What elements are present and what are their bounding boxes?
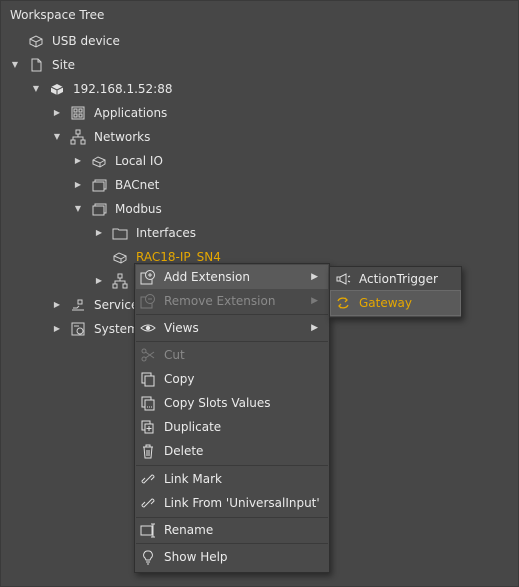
system-icon [71, 322, 85, 336]
context-menu: Add Extension ▶ Remove Extension ▶ Views… [134, 263, 330, 573]
tree-label: BACnet [115, 178, 160, 192]
device-icon [50, 84, 64, 95]
tree-item-site[interactable]: ▼ Site [1, 53, 519, 77]
network-icon [112, 273, 128, 289]
tree-item-modbus[interactable]: ▼ Modbus [1, 197, 519, 221]
chevron-right-icon[interactable]: ▶ [52, 317, 62, 341]
chevron-right-icon[interactable]: ▶ [52, 293, 62, 317]
menu-item-action-trigger[interactable]: ActionTrigger [331, 267, 460, 291]
tree-item-device[interactable]: ▼ 192.168.1.52:88 [1, 77, 519, 101]
tree-label: Site [52, 58, 76, 72]
module-icon [113, 252, 127, 264]
add-extension-submenu: ActionTrigger Gateway [329, 266, 462, 318]
applications-icon [71, 106, 85, 120]
folder-icon [112, 228, 128, 240]
menu-item-gateway[interactable]: Gateway [330, 290, 461, 316]
menu-item-show-help[interactable]: Show Help [136, 545, 328, 569]
menu-item-link-from[interactable]: Link From 'UniversalInput' [136, 491, 328, 515]
tree-item-usb-device[interactable]: USB device [1, 29, 519, 53]
tree-item-networks[interactable]: ▼ Networks [1, 125, 519, 149]
folder-stack-icon [92, 179, 107, 192]
menu-item-add-extension[interactable]: Add Extension ▶ [136, 265, 328, 289]
tree-label: Interfaces [136, 226, 196, 240]
remove-extension-icon [140, 294, 155, 309]
tree-item-system[interactable]: ▶ System [1, 317, 136, 341]
tree-label: System [94, 322, 136, 336]
link-icon [141, 498, 155, 508]
tree-label: USB device [52, 34, 120, 48]
megaphone-icon [336, 273, 351, 285]
menu-separator [136, 341, 328, 342]
chevron-right-icon: ▶ [311, 296, 318, 306]
chevron-right-icon: ▶ [311, 323, 318, 333]
eye-icon [140, 324, 156, 332]
menu-separator [136, 543, 328, 544]
menu-item-remove-extension[interactable]: Remove Extension ▶ [136, 289, 328, 313]
tree-label: 192.168.1.52:88 [73, 82, 173, 96]
tree-label: Services [94, 298, 136, 312]
chevron-right-icon[interactable]: ▶ [94, 269, 104, 293]
chevron-down-icon[interactable]: ▼ [52, 125, 62, 149]
tree-item-local-io[interactable]: ▶ Local IO [1, 149, 519, 173]
tree-label: Local IO [115, 154, 163, 168]
panel-title: Workspace Tree [10, 8, 105, 22]
tree-item-network-node[interactable]: ▶ [1, 269, 136, 293]
menu-item-views[interactable]: Views ▶ [136, 316, 328, 340]
tree-item-services[interactable]: ▶ Services [1, 293, 136, 317]
chevron-down-icon[interactable]: ▼ [31, 77, 41, 101]
services-icon [72, 299, 84, 311]
gateway-icon [337, 297, 349, 309]
menu-item-delete[interactable]: Delete [136, 439, 328, 463]
copy-slots-icon [141, 396, 155, 411]
chevron-down-icon[interactable]: ▼ [73, 197, 83, 221]
menu-separator [136, 314, 328, 315]
menu-item-duplicate[interactable]: Duplicate [136, 415, 328, 439]
tree-item-bacnet[interactable]: ▶ BACnet [1, 173, 519, 197]
usb-device-icon [29, 35, 43, 48]
chevron-right-icon[interactable]: ▶ [73, 149, 83, 173]
module-icon [92, 156, 106, 168]
tree-label: Modbus [115, 202, 162, 216]
menu-item-copy[interactable]: Copy [136, 367, 328, 391]
tree-item-interfaces[interactable]: ▶ Interfaces [1, 221, 519, 245]
chevron-right-icon[interactable]: ▶ [94, 221, 104, 245]
menu-item-cut[interactable]: Cut [136, 343, 328, 367]
chevron-right-icon[interactable]: ▶ [52, 101, 62, 125]
copy-icon [141, 372, 155, 387]
lightbulb-icon [143, 550, 153, 565]
trash-icon [143, 444, 153, 459]
scissors-icon [141, 348, 155, 362]
add-extension-icon [140, 270, 155, 285]
chevron-down-icon[interactable]: ▼ [10, 53, 20, 77]
menu-item-copy-slots-values[interactable]: Copy Slots Values [136, 391, 328, 415]
menu-separator [136, 465, 328, 466]
folder-stack-icon [92, 203, 107, 216]
network-icon [70, 129, 86, 145]
tree-label: Networks [94, 130, 151, 144]
menu-item-rename[interactable]: Rename [136, 518, 328, 542]
tree-label: Applications [94, 106, 168, 120]
file-icon [31, 58, 42, 72]
link-icon [141, 474, 155, 484]
tree-item-applications[interactable]: ▶ Applications [1, 101, 519, 125]
rename-icon [140, 523, 155, 538]
chevron-right-icon: ▶ [311, 272, 318, 282]
chevron-right-icon[interactable]: ▶ [73, 173, 83, 197]
duplicate-icon [141, 420, 154, 434]
menu-item-link-mark[interactable]: Link Mark [136, 467, 328, 491]
